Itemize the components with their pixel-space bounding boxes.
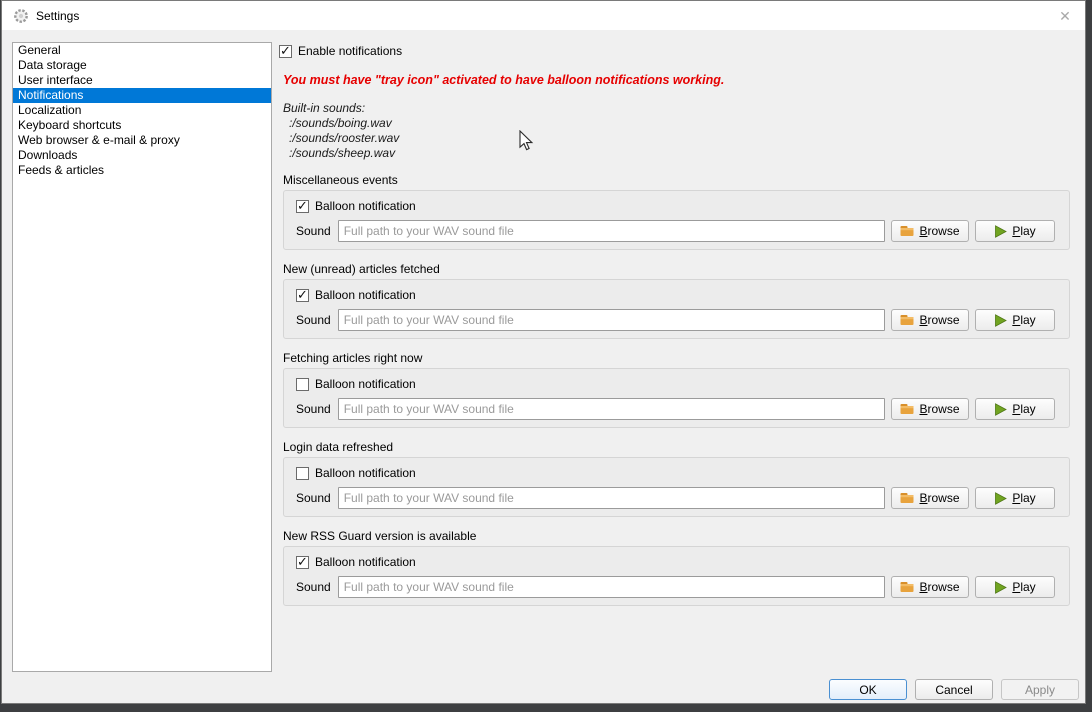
balloon-row: Balloon notification — [296, 288, 416, 302]
folder-icon — [900, 492, 914, 504]
sound-row: Sound Browse Play — [296, 220, 1055, 242]
browse-button[interactable]: Browse — [891, 309, 969, 331]
play-button-label: Play — [1012, 224, 1035, 238]
balloon-row: Balloon notification — [296, 555, 416, 569]
balloon-notification-label: Balloon notification — [315, 288, 416, 302]
balloon-notification-checkbox[interactable] — [296, 556, 309, 569]
builtin-sounds-heading: Built-in sounds: — [283, 101, 399, 116]
ok-button[interactable]: OK — [829, 679, 907, 700]
folder-icon — [900, 581, 914, 593]
builtin-sound-path: :/sounds/boing.wav — [283, 116, 399, 131]
play-button[interactable]: Play — [975, 309, 1055, 331]
balloon-notification-checkbox[interactable] — [296, 467, 309, 480]
browse-button-label: Browse — [919, 580, 959, 594]
play-icon — [994, 492, 1007, 505]
sound-label: Sound — [296, 224, 332, 238]
section-groupbox: Balloon notification Sound Browse — [283, 457, 1070, 517]
notification-section: Login data refreshed Balloon notificatio… — [283, 440, 1070, 517]
section-title: Fetching articles right now — [283, 351, 1070, 366]
sound-path-input[interactable] — [338, 487, 885, 509]
balloon-notification-label: Balloon notification — [315, 555, 416, 569]
browse-button[interactable]: Browse — [891, 487, 969, 509]
builtin-sounds-block: Built-in sounds: :/sounds/boing.wav :/so… — [283, 101, 399, 161]
play-button[interactable]: Play — [975, 487, 1055, 509]
title-bar: Settings ✕ — [2, 1, 1085, 30]
play-icon — [994, 403, 1007, 416]
settings-window: Settings ✕ GeneralData storageUser inter… — [1, 0, 1086, 704]
desktop-background: Settings ✕ GeneralData storageUser inter… — [0, 0, 1092, 712]
notification-section: Miscellaneous events Balloon notificatio… — [283, 173, 1070, 250]
sound-path-input[interactable] — [338, 220, 885, 242]
enable-notifications-row: Enable notifications — [279, 44, 402, 58]
folder-icon — [900, 403, 914, 415]
section-title: Miscellaneous events — [283, 173, 1070, 188]
sound-row: Sound Browse Play — [296, 398, 1055, 420]
enable-notifications-checkbox[interactable] — [279, 45, 292, 58]
notification-section: New (unread) articles fetched Balloon no… — [283, 262, 1070, 339]
play-button[interactable]: Play — [975, 398, 1055, 420]
play-icon — [994, 314, 1007, 327]
section-title: Login data refreshed — [283, 440, 1070, 455]
sound-row: Sound Browse Play — [296, 487, 1055, 509]
sound-row: Sound Browse Play — [296, 309, 1055, 331]
window-title: Settings — [36, 9, 79, 23]
folder-icon — [900, 314, 914, 326]
settings-gear-icon — [13, 8, 29, 24]
notification-section: New RSS Guard version is available Ballo… — [283, 529, 1070, 606]
sound-row: Sound Browse Play — [296, 576, 1055, 598]
apply-button[interactable]: Apply — [1001, 679, 1079, 700]
play-button-label: Play — [1012, 402, 1035, 416]
play-button-label: Play — [1012, 491, 1035, 505]
section-groupbox: Balloon notification Sound Browse — [283, 279, 1070, 339]
play-icon — [994, 225, 1007, 238]
play-icon — [994, 581, 1007, 594]
balloon-notification-label: Balloon notification — [315, 377, 416, 391]
browse-button[interactable]: Browse — [891, 398, 969, 420]
section-groupbox: Balloon notification Sound Browse — [283, 368, 1070, 428]
browse-button-label: Browse — [919, 402, 959, 416]
balloon-notification-checkbox[interactable] — [296, 200, 309, 213]
browse-button-label: Browse — [919, 313, 959, 327]
sound-path-input[interactable] — [338, 576, 885, 598]
sound-path-input[interactable] — [338, 309, 885, 331]
sound-label: Sound — [296, 491, 332, 505]
browse-button[interactable]: Browse — [891, 220, 969, 242]
builtin-sound-path: :/sounds/sheep.wav — [283, 146, 399, 161]
section-groupbox: Balloon notification Sound Browse — [283, 546, 1070, 606]
browse-button-label: Browse — [919, 224, 959, 238]
browse-button[interactable]: Browse — [891, 576, 969, 598]
play-button[interactable]: Play — [975, 576, 1055, 598]
balloon-row: Balloon notification — [296, 466, 416, 480]
browse-button-label: Browse — [919, 491, 959, 505]
balloon-notification-label: Balloon notification — [315, 199, 416, 213]
notification-section: Fetching articles right now Balloon noti… — [283, 351, 1070, 428]
sound-label: Sound — [296, 580, 332, 594]
builtin-sound-path: :/sounds/rooster.wav — [283, 131, 399, 146]
balloon-row: Balloon notification — [296, 199, 416, 213]
play-button-label: Play — [1012, 313, 1035, 327]
play-button[interactable]: Play — [975, 220, 1055, 242]
sound-path-input[interactable] — [338, 398, 885, 420]
balloon-notification-label: Balloon notification — [315, 466, 416, 480]
sound-label: Sound — [296, 313, 332, 327]
close-icon[interactable]: ✕ — [1053, 5, 1077, 27]
mouse-cursor — [516, 130, 536, 152]
balloon-notification-checkbox[interactable] — [296, 378, 309, 391]
sound-label: Sound — [296, 402, 332, 416]
tray-icon-warning: You must have "tray icon" activated to h… — [283, 73, 724, 87]
section-title: New RSS Guard version is available — [283, 529, 1070, 544]
balloon-notification-checkbox[interactable] — [296, 289, 309, 302]
dialog-body: GeneralData storageUser interfaceNotific… — [2, 30, 1085, 703]
enable-notifications-label: Enable notifications — [298, 44, 402, 58]
cancel-button[interactable]: Cancel — [915, 679, 993, 700]
folder-icon — [900, 225, 914, 237]
notifications-page: Enable notifications You must have "tray… — [2, 30, 1085, 703]
section-title: New (unread) articles fetched — [283, 262, 1070, 277]
notification-sections: Miscellaneous events Balloon notificatio… — [283, 173, 1070, 618]
section-groupbox: Balloon notification Sound Browse — [283, 190, 1070, 250]
play-button-label: Play — [1012, 580, 1035, 594]
balloon-row: Balloon notification — [296, 377, 416, 391]
